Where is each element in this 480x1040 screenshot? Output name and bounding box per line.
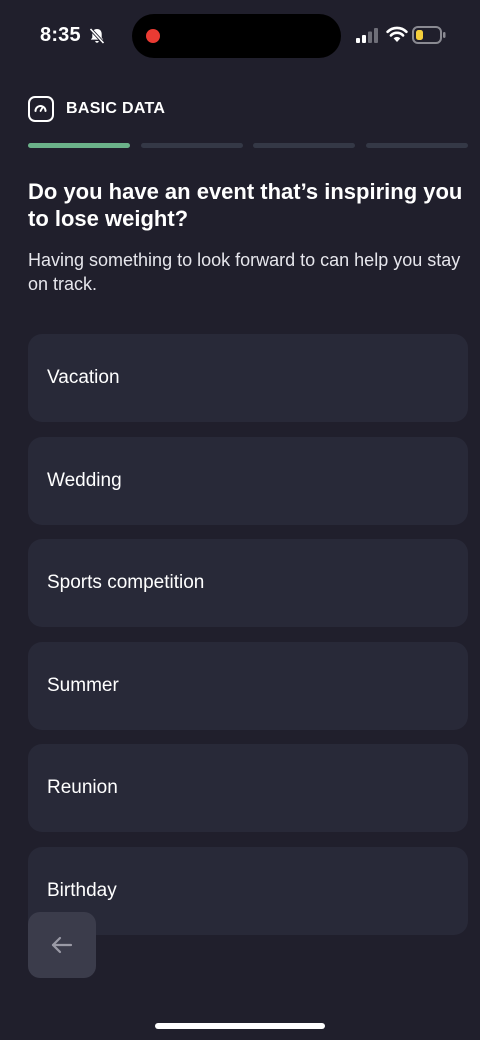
option-summer[interactable]: Summer xyxy=(28,641,468,730)
progress-segment-4 xyxy=(366,143,468,148)
option-wedding[interactable]: Wedding xyxy=(28,436,468,525)
battery-low-icon xyxy=(412,26,446,44)
gauge-icon xyxy=(28,96,54,122)
option-reunion[interactable]: Reunion xyxy=(28,744,468,832)
back-button[interactable] xyxy=(28,912,96,978)
arrow-left-icon xyxy=(51,936,73,954)
recording-indicator-icon xyxy=(146,29,160,43)
progress-segment-1 xyxy=(28,143,130,148)
progress-bar xyxy=(28,143,480,148)
signal-icon xyxy=(356,28,378,43)
section-header: BASIC DATA xyxy=(28,94,165,124)
option-vacation[interactable]: Vacation xyxy=(28,334,468,422)
bell-slash-icon xyxy=(89,27,105,45)
home-indicator xyxy=(155,1023,325,1029)
progress-segment-3 xyxy=(253,143,355,148)
status-time: 8:35 xyxy=(40,24,81,46)
section-title: BASIC DATA xyxy=(66,100,166,117)
question-title: Do you have an event that’s inspiring yo… xyxy=(28,179,463,231)
question-subtitle: Having something to look forward to can … xyxy=(28,250,461,294)
dynamic-island xyxy=(132,14,341,58)
progress-segment-2 xyxy=(141,143,243,148)
wifi-icon xyxy=(386,26,408,42)
option-sports-competition[interactable]: Sports competition xyxy=(28,539,468,627)
options-list: Vacation Wedding Sports competition Summ… xyxy=(28,334,468,949)
status-bar: 8:35 xyxy=(0,0,480,72)
